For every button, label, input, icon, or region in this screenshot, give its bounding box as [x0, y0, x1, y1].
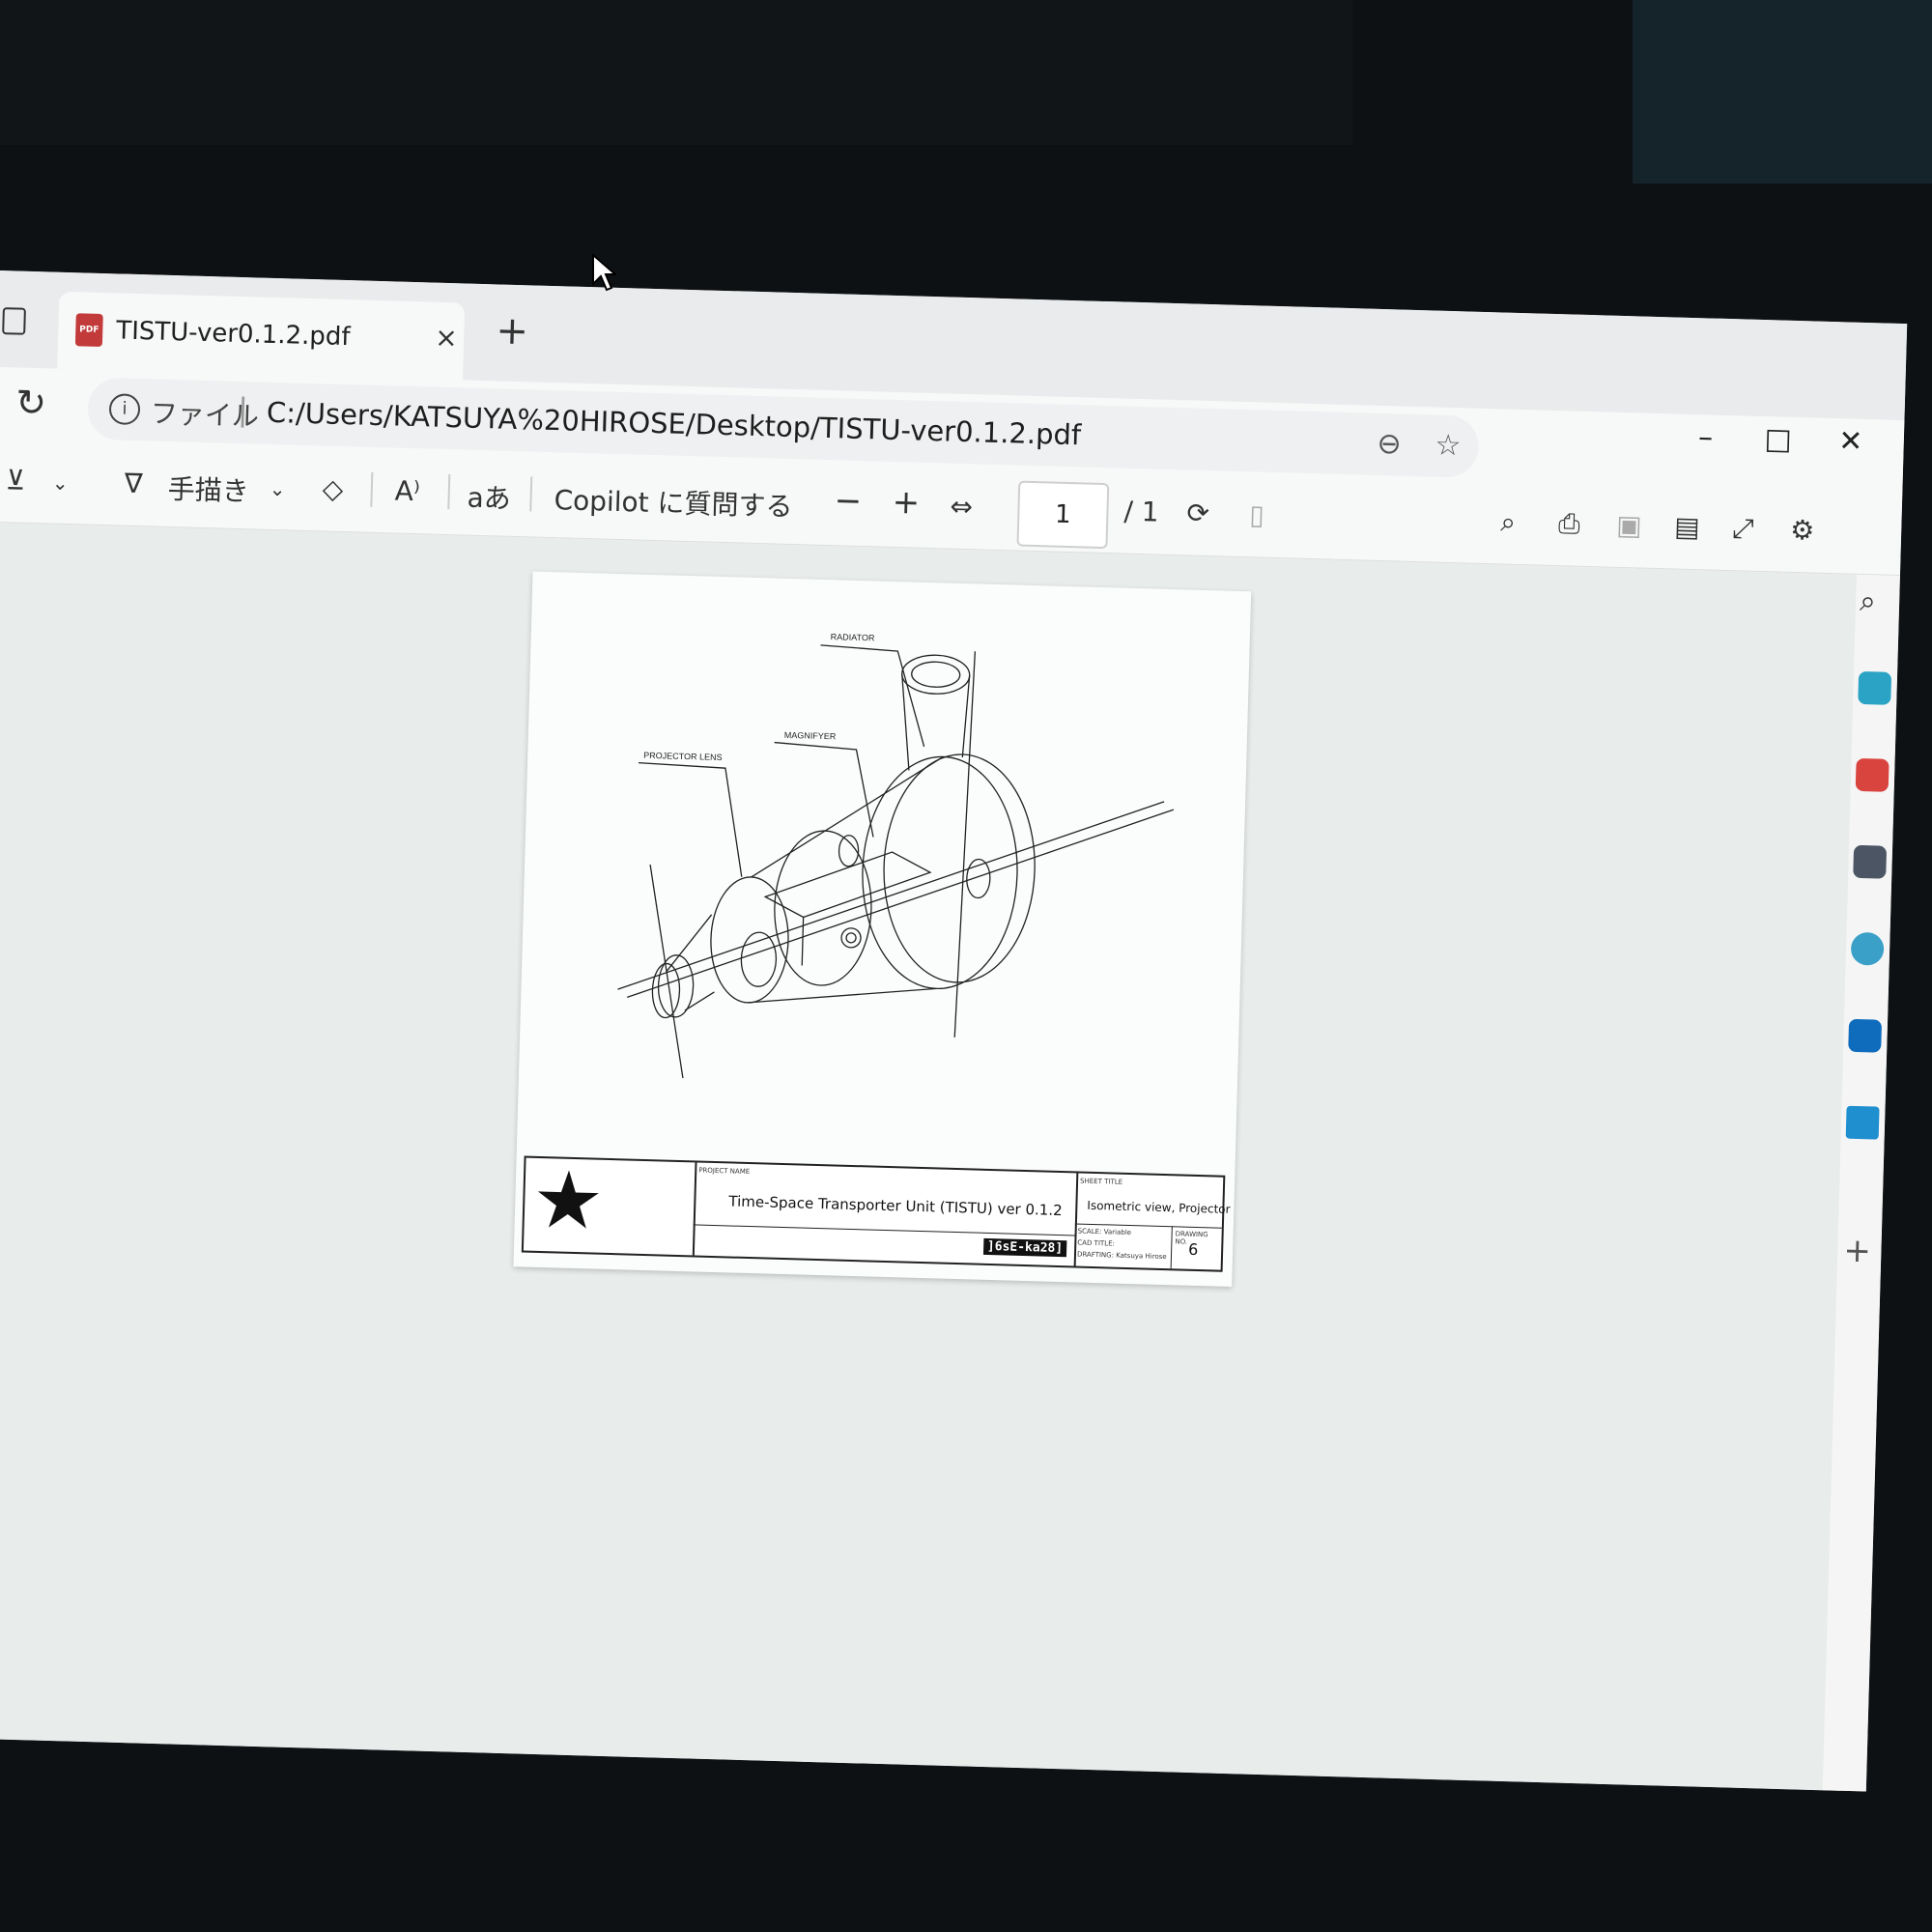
sheet-title-caption: SHEET TITLE	[1080, 1177, 1123, 1186]
info-icon[interactable]: i	[108, 393, 141, 426]
fit-width-icon[interactable]: ⇔	[950, 491, 973, 524]
print-icon[interactable]: ⎙	[1558, 507, 1580, 541]
pdf-viewer: RADIATOR MAGNIFYER PROJECTOR LENS ★ PROJ…	[0, 522, 1857, 1791]
page-total: / 1	[1123, 495, 1160, 528]
chevron-down-icon[interactable]: ⌄	[52, 471, 69, 495]
sheet-title: Isometric view, Projector	[1087, 1198, 1231, 1216]
zoom-out-button[interactable]: −	[834, 481, 863, 521]
sheet-cell: SHEET TITLE Isometric view, Projector SC…	[1074, 1173, 1231, 1269]
toolbar-separator	[529, 476, 533, 512]
search-icon[interactable]: ⌕	[1860, 584, 1877, 618]
chevron-down-icon[interactable]: ⌄	[269, 477, 285, 500]
copilot-ask-button[interactable]: Copilot に質問する	[554, 479, 793, 525]
code-badge: ]6sE-ka28]	[982, 1237, 1067, 1258]
divider	[693, 1224, 1075, 1236]
tools-briefcase-icon[interactable]	[1855, 757, 1889, 792]
toolbar-separator	[447, 474, 451, 510]
browser-window: PDF TISTU-ver0.1.2.pdf × + ↻ i ファイル | C:…	[0, 270, 1908, 1792]
scale-label: SCALE: Variable	[1077, 1227, 1132, 1237]
projector-isometric-drawing: RADIATOR MAGNIFYER PROJECTOR LENS	[617, 632, 1175, 1079]
tab-pdf[interactable]: PDF TISTU-ver0.1.2.pdf ×	[57, 291, 466, 381]
url-text[interactable]: C:/Users/KATSUYA%20HIROSE/Desktop/TISTU-…	[267, 396, 1082, 452]
window-icon[interactable]	[2, 307, 26, 335]
radiator-inner	[911, 661, 961, 688]
zoom-in-button[interactable]: +	[892, 483, 921, 523]
magnifyer-part	[840, 927, 862, 949]
page-view-icon[interactable]: ▯	[1249, 498, 1264, 530]
label-magnifyer: MAGNIFYER	[784, 730, 837, 742]
outlook-icon[interactable]	[1848, 1018, 1883, 1053]
radiator-edge	[961, 675, 971, 758]
tab-title: TISTU-ver0.1.2.pdf	[115, 316, 351, 353]
divider	[1170, 1226, 1173, 1269]
rotate-icon[interactable]: ⟳	[1186, 497, 1209, 529]
title-block: ★ PROJECT NAME Time-Space Transporter Un…	[521, 1154, 1231, 1272]
logo-cell: ★	[523, 1154, 697, 1256]
search-icon[interactable]: ⌕	[1500, 505, 1517, 538]
refresh-icon[interactable]: ↻	[15, 382, 47, 425]
close-window-button[interactable]: ✕	[1816, 424, 1885, 460]
radiator-edge	[901, 673, 910, 771]
address-separator: |	[237, 390, 249, 429]
highlight-icon[interactable]: ⊻	[5, 464, 25, 497]
magnifyer-leader	[774, 741, 874, 838]
eraser-icon[interactable]: ◇	[322, 472, 343, 505]
cone-edge	[684, 991, 715, 1011]
fullscreen-icon[interactable]: ⤢	[1732, 512, 1754, 546]
axis-line	[617, 801, 1165, 990]
microsoft365-icon[interactable]	[1850, 931, 1885, 966]
project-cell: PROJECT NAME Time-Space Transporter Unit…	[692, 1162, 1079, 1266]
drafting-label: DRAFTING: Katsuya Hirose	[1076, 1250, 1167, 1262]
star-logo-icon: ★	[531, 1153, 606, 1248]
translate-button[interactable]: aあ	[467, 477, 511, 517]
body-edge	[748, 987, 937, 1004]
shopping-tag-icon[interactable]	[1858, 670, 1892, 705]
background-monitor	[0, 0, 1352, 145]
mouse-cursor-icon	[592, 253, 616, 292]
save-icon[interactable]: ▣	[1616, 509, 1642, 542]
drawing-number: 6	[1187, 1239, 1199, 1260]
toolbar-separator	[370, 471, 374, 507]
cad-title-label: CAD TITLE:	[1077, 1238, 1116, 1248]
settings-gear-icon[interactable]: ⚙	[1790, 514, 1815, 547]
pdf-icon: PDF	[74, 313, 103, 347]
games-chess-icon[interactable]	[1853, 844, 1888, 879]
cone-edge	[666, 914, 713, 972]
label-radiator: RADIATOR	[831, 632, 875, 642]
pdf-page: RADIATOR MAGNIFYER PROJECTOR LENS ★ PROJ…	[513, 571, 1252, 1288]
projector-lens-leader	[638, 762, 743, 877]
page-number-input[interactable]: 1	[1016, 480, 1110, 550]
minimize-button[interactable]: –	[1671, 419, 1740, 455]
close-tab-icon[interactable]: ×	[435, 322, 458, 355]
body-edge	[751, 755, 944, 878]
label-projector-lens: PROJECTOR LENS	[643, 751, 723, 762]
favorite-star-icon[interactable]: ☆	[1435, 429, 1462, 464]
project-name-caption: PROJECT NAME	[698, 1166, 751, 1177]
lens-ring	[740, 931, 778, 987]
magnifyer-inner	[845, 932, 857, 944]
read-aloud-button[interactable]: A⁾	[394, 475, 420, 508]
project-name: Time-Space Transporter Unit (TISTU) ver …	[728, 1192, 1063, 1220]
draw-pen-icon[interactable]: ∇	[124, 468, 143, 500]
add-sidebar-app-icon[interactable]: +	[1843, 1232, 1872, 1271]
axis-line	[627, 809, 1175, 999]
draw-label[interactable]: 手描き	[167, 469, 249, 509]
zoom-icon[interactable]: ⊖	[1377, 427, 1402, 462]
new-tab-button[interactable]: +	[496, 308, 529, 354]
background-monitor-right	[1633, 0, 1932, 184]
inner-box-edge	[801, 917, 805, 966]
maximize-button[interactable]: □	[1744, 421, 1812, 457]
send-icon[interactable]	[1845, 1105, 1880, 1140]
window-controls: – □ ✕	[1671, 419, 1885, 459]
save-as-icon[interactable]: ▤	[1674, 511, 1700, 544]
